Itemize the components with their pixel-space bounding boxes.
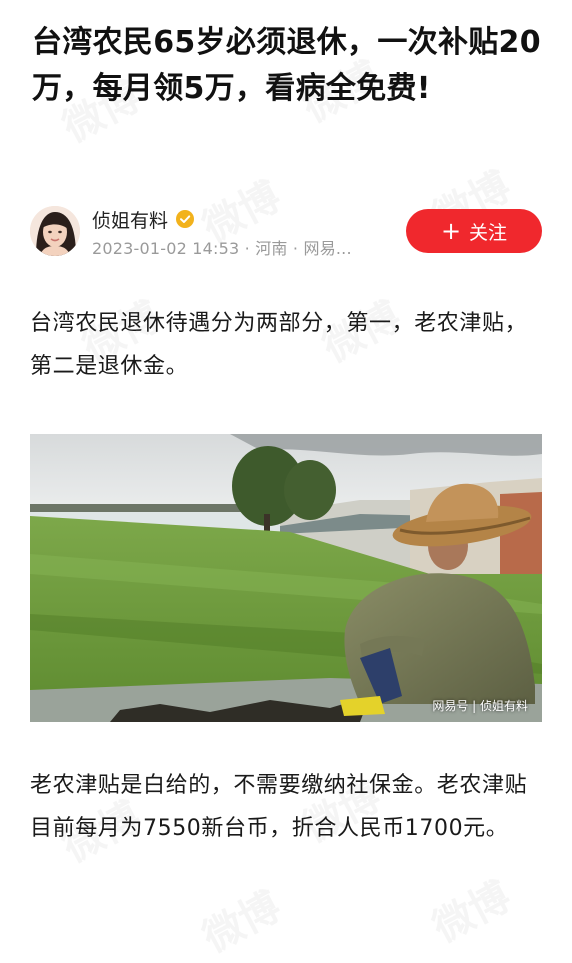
article-page: 微博 微博 微博 微博 微博 微博 微博 微博 微博 微博 台湾农民65岁必须退… — [0, 0, 572, 962]
author-name-wrap: 侦姐有料 — [92, 206, 195, 233]
article-paragraph-2: 老农津贴是白给的，不需要缴纳社保金。老农津贴目前每月为7550新台币，折合人民币… — [30, 773, 528, 841]
verified-badge-icon — [176, 210, 195, 228]
author-row: 侦姐有料 2023-01-02 14:53 · 河南 · 网易... + 关注 — [30, 204, 542, 260]
publish-meta: 2023-01-02 14:53 · 河南 · 网易... — [92, 239, 352, 258]
watermark: 微博 — [195, 883, 288, 962]
plus-icon: + — [440, 217, 462, 245]
article-photo[interactable]: 网易号 | 侦姐有料 — [30, 434, 542, 722]
article-title: 台湾农民65岁必须退休，一次补贴20万，每月领5万，看病全免费! — [32, 25, 541, 106]
follow-button[interactable]: + 关注 — [406, 209, 542, 253]
watermark: 微博 — [425, 873, 518, 952]
avatar[interactable] — [30, 206, 80, 256]
author-name[interactable]: 侦姐有料 — [92, 206, 168, 233]
article-paragraph-1: 台湾农民退休待遇分为两部分，第一，老农津贴，第二是退休金。 — [30, 311, 528, 379]
follow-label: 关注 — [469, 221, 508, 244]
photo-caption: 网易号 | 侦姐有料 — [432, 699, 528, 713]
photo-illustration — [30, 434, 542, 722]
